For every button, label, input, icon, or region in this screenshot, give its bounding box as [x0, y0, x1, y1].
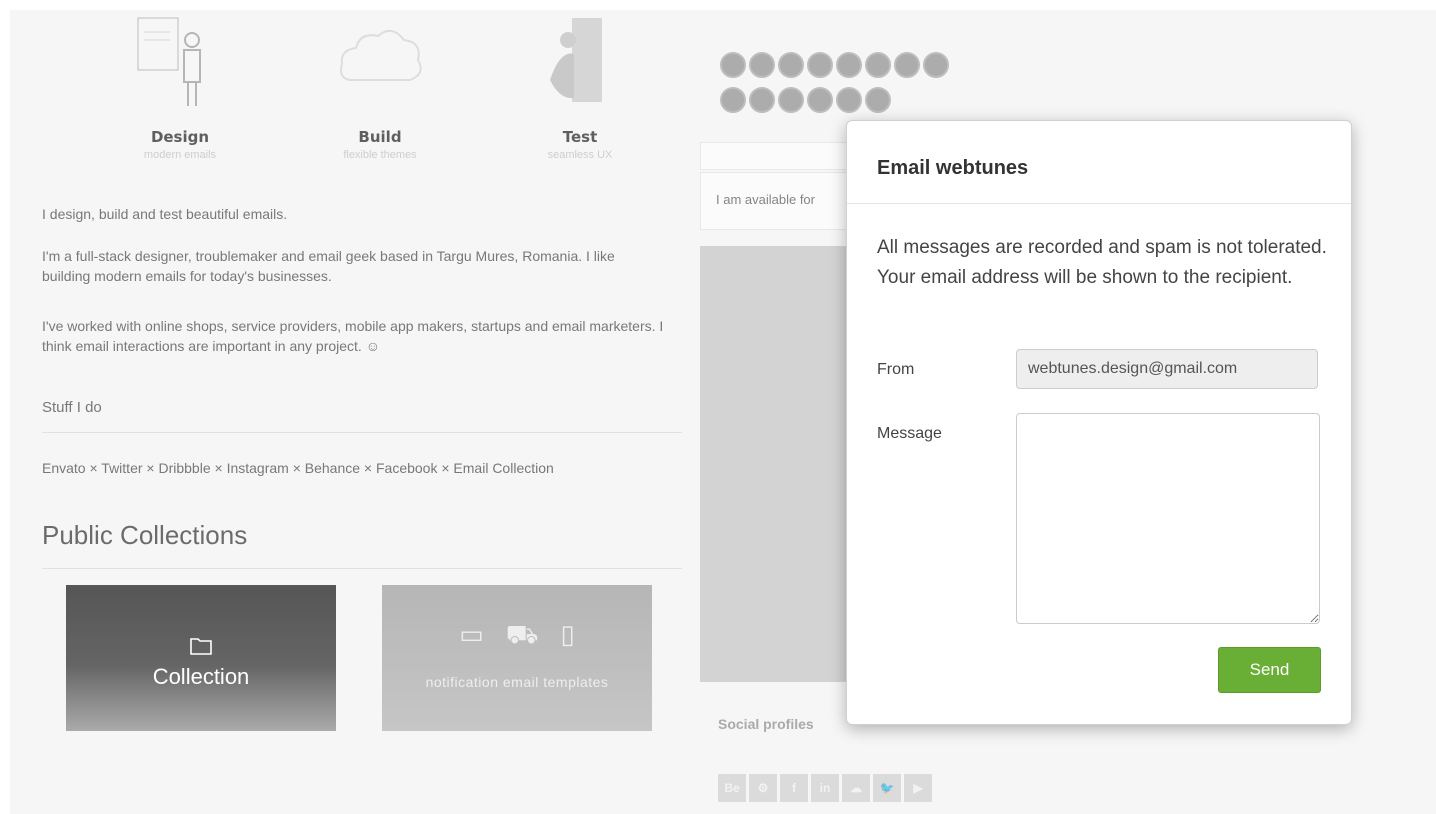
modal-notice: All messages are recorded and spam is no… [877, 237, 1327, 288]
page-stage: Design modern emails Build flexible them… [10, 10, 1436, 814]
from-field: webtunes.design@gmail.com [1016, 349, 1318, 389]
send-button[interactable]: Send [1218, 647, 1321, 693]
message-label: Message [877, 425, 942, 442]
message-textarea[interactable] [1016, 413, 1320, 624]
from-label: From [877, 361, 915, 378]
email-modal: Email webtunes All messages are recorded… [846, 120, 1352, 725]
modal-title: Email webtunes [877, 157, 1029, 179]
